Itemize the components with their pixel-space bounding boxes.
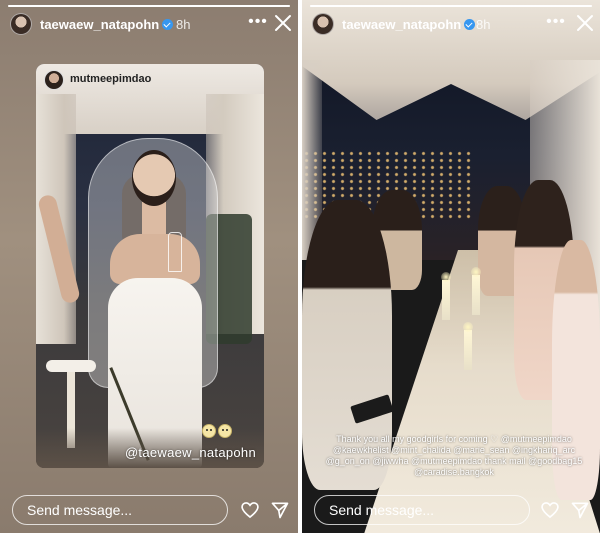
heart-icon[interactable] (240, 500, 260, 520)
verified-badge-icon (464, 19, 476, 30)
story-progress-bar (8, 5, 290, 7)
story-timestamp: 8h (176, 17, 191, 32)
story-caption: Thank you all my goodgirls for coming ♡ … (325, 434, 583, 477)
mention-sticker[interactable]: @taewaew_natapohn (125, 445, 256, 460)
candle (472, 275, 480, 315)
story-timestamp: 8h (476, 17, 491, 32)
verified-badge-icon (162, 19, 174, 30)
story-header: taewaew_natapohn 8h ••• (302, 0, 600, 50)
more-horizontal-icon[interactable]: ••• (546, 12, 566, 32)
story-progress-bar (310, 5, 592, 7)
story-username[interactable]: taewaew_natapohn (40, 17, 174, 32)
candle (464, 330, 472, 370)
avatar[interactable] (10, 13, 32, 35)
send-icon[interactable] (270, 500, 290, 520)
story-panel-right[interactable]: Thank you all my goodgirls for coming ♡ … (302, 0, 600, 533)
username-text[interactable]: taewaew_natapohn (40, 17, 159, 32)
avatar[interactable] (312, 13, 334, 35)
repost-avatar[interactable] (44, 70, 64, 90)
send-message-input[interactable] (12, 495, 228, 525)
emoji-sticker (202, 424, 216, 438)
close-icon[interactable] (574, 12, 596, 34)
heart-icon[interactable] (540, 500, 560, 520)
wine-glass (168, 232, 182, 272)
shoulders (110, 234, 200, 284)
head (132, 150, 176, 206)
send-message-input[interactable] (314, 495, 530, 525)
story-footer (0, 485, 298, 533)
emoji-sticker (218, 424, 232, 438)
send-icon[interactable] (570, 500, 590, 520)
close-icon[interactable] (272, 12, 294, 34)
story-header: taewaew_natapohn 8h ••• (0, 0, 298, 50)
candle (442, 280, 450, 320)
candle-flame (463, 322, 473, 332)
username-text[interactable]: taewaew_natapohn (342, 17, 461, 32)
repost-username[interactable]: mutmeepimdao (70, 73, 151, 85)
reposted-story-card[interactable]: mutmeepimdao @taewaew_natapohn (36, 64, 264, 468)
story-username[interactable]: taewaew_natapohn (342, 17, 476, 32)
story-footer (302, 485, 600, 533)
story-panel-left[interactable]: taewaew_natapohn 8h ••• mutmeepimdao @ta… (0, 0, 298, 533)
candle-flame (441, 272, 451, 282)
candle-flame (471, 267, 481, 277)
more-horizontal-icon[interactable]: ••• (248, 12, 268, 32)
